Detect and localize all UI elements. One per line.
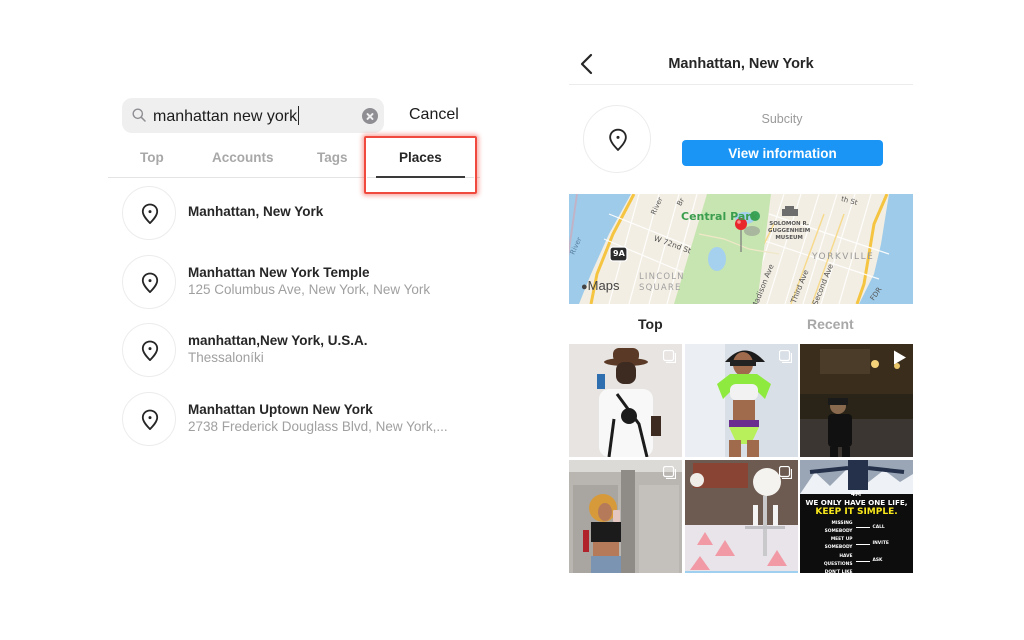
tab-accounts[interactable]: Accounts <box>212 150 274 165</box>
place-avatar <box>122 254 176 309</box>
feed-tab-recent[interactable]: Recent <box>807 316 854 332</box>
post-thumbnail[interactable] <box>569 344 682 457</box>
location-pin-icon <box>141 340 159 361</box>
poster-row-dash <box>855 560 870 562</box>
place-avatar <box>583 105 651 173</box>
poster-row-dash <box>855 543 870 545</box>
map-label-guggenheim-line: SOLOMON R. <box>769 221 809 227</box>
search-query[interactable]: manhattan new york <box>153 106 300 126</box>
poster-row-left: MISSING SOMEBODY <box>824 520 853 534</box>
carousel-icon <box>663 465 676 479</box>
poster-rows: MISSING SOMEBODY CALL MEET UP SOMEBODY INVI… <box>800 520 913 573</box>
apple-logo-icon: ● <box>581 281 588 293</box>
results-list: Manhattan, New York Manhattan New York T… <box>122 186 482 460</box>
poster-line-1: WE ONLY HAVE ONE LIFE, <box>805 497 908 507</box>
poster-row: MEET UP SOMEBODY INVITE <box>800 536 913 553</box>
page-title: Manhattan, New York <box>668 56 814 72</box>
search-input[interactable]: manhattan new york <box>122 98 384 133</box>
place-avatar <box>122 323 176 377</box>
cancel-button[interactable]: Cancel <box>409 106 459 124</box>
carousel-icon <box>778 350 792 363</box>
header-divider <box>569 84 913 85</box>
tab-places[interactable]: Places <box>399 150 442 165</box>
result-subtitle: 2738 Frederick Douglass Blvd, New York,.… <box>188 418 448 434</box>
poster-row-dash <box>855 527 870 529</box>
result-title: Manhattan New York Temple <box>188 264 370 280</box>
post-thumbnail[interactable] <box>684 459 798 573</box>
post-thumbnail[interactable]: 4M WE ONLY HAVE ONE LIFE, KEEP IT SIMPLE… <box>800 459 913 573</box>
view-information-button[interactable]: View information <box>682 140 883 166</box>
poster-row-left: HAVE QUESTIONS <box>823 553 853 567</box>
route-shield-label: 9A <box>613 249 625 258</box>
apple-maps-attribution: ●Maps <box>581 278 619 293</box>
poster-row-right: ASK <box>872 557 883 563</box>
location-pin-icon <box>141 272 159 293</box>
poster-row-right: CALL <box>872 524 885 530</box>
poster-row-left: MEET UP SOMEBODY <box>824 537 853 551</box>
map-label-lincoln-line: SQUARE <box>639 283 682 293</box>
map-label-guggenheim-line: GUGGENHEIM <box>768 228 811 234</box>
place-avatar <box>122 391 176 446</box>
poster-row: MISSING SOMEBODY CALL <box>800 520 913 537</box>
search-row: manhattan new york Cancel <box>122 98 482 134</box>
map-label-central-park: Central Park <box>681 210 758 223</box>
poster-row-right: INVITE <box>872 541 889 547</box>
result-title: manhattan,New York, U.S.A. <box>188 333 368 348</box>
poster-line-2: KEEP IT SIMPLE. <box>815 506 898 517</box>
map-label-yorkville: YORKVILLE <box>812 252 875 262</box>
tab-top[interactable]: Top <box>140 150 164 165</box>
place-result[interactable]: Manhattan, New York <box>122 186 482 255</box>
map-label-guggenheim: SOLOMON R. GUGGENHEIM MUSEUM <box>768 221 810 242</box>
location-pin-icon <box>609 128 627 151</box>
svg-text:4M: 4M <box>851 491 861 498</box>
post-thumbnail[interactable] <box>569 459 682 573</box>
location-pin-icon <box>141 409 159 430</box>
poster-row: HAVE QUESTIONS ASK <box>800 553 913 570</box>
post-thumbnail[interactable] <box>800 344 913 457</box>
result-subtitle: Thessaloníki <box>188 350 264 365</box>
poster-row-left: DON'T LIKE SOMETHING <box>811 569 853 572</box>
search-icon <box>132 108 146 122</box>
feed-tab-top[interactable]: Top <box>638 316 663 332</box>
feed-tabs: Top Recent <box>569 310 913 340</box>
carousel-icon <box>778 465 792 479</box>
text-caret <box>298 106 300 125</box>
post-thumbnail[interactable] <box>684 344 798 457</box>
location-pin-icon <box>141 203 159 224</box>
map-label-lincoln-line: LINCOLN <box>639 272 685 282</box>
place-category: Subcity <box>761 112 803 126</box>
place-result[interactable]: Manhattan Uptown New York 2738 Frederick… <box>122 391 482 461</box>
map-preview[interactable]: Central Park SOLOMON R. GUGGENHEIM MUSEUM … <box>569 194 913 304</box>
map-attribution-text: Maps <box>587 278 620 293</box>
carousel-icon <box>663 350 676 363</box>
poster-row: DON'T LIKE SOMETHINGSPEAK UP <box>800 569 913 572</box>
map-label-guggenheim-line: MUSEUM <box>775 235 803 241</box>
place-result[interactable]: Manhattan New York Temple 125 Columbus A… <box>122 254 482 324</box>
place-avatar <box>122 186 176 240</box>
map-label-lincoln-square: LINCOLN SQUARE <box>639 272 685 294</box>
tab-tags[interactable]: Tags <box>317 150 348 165</box>
place-result[interactable]: manhattan,New York, U.S.A. Thessaloníki <box>122 323 482 392</box>
result-subtitle: 125 Columbus Ave, New York, New York <box>188 281 431 297</box>
video-icon <box>894 350 906 365</box>
result-title: Manhattan, New York <box>188 204 324 219</box>
active-tab-indicator <box>376 176 465 178</box>
result-title: Manhattan Uptown New York <box>188 401 373 417</box>
clear-icon[interactable] <box>362 108 378 124</box>
quote-poster-text: WE ONLY HAVE ONE LIFE, KEEP IT SIMPLE. M… <box>800 498 913 573</box>
